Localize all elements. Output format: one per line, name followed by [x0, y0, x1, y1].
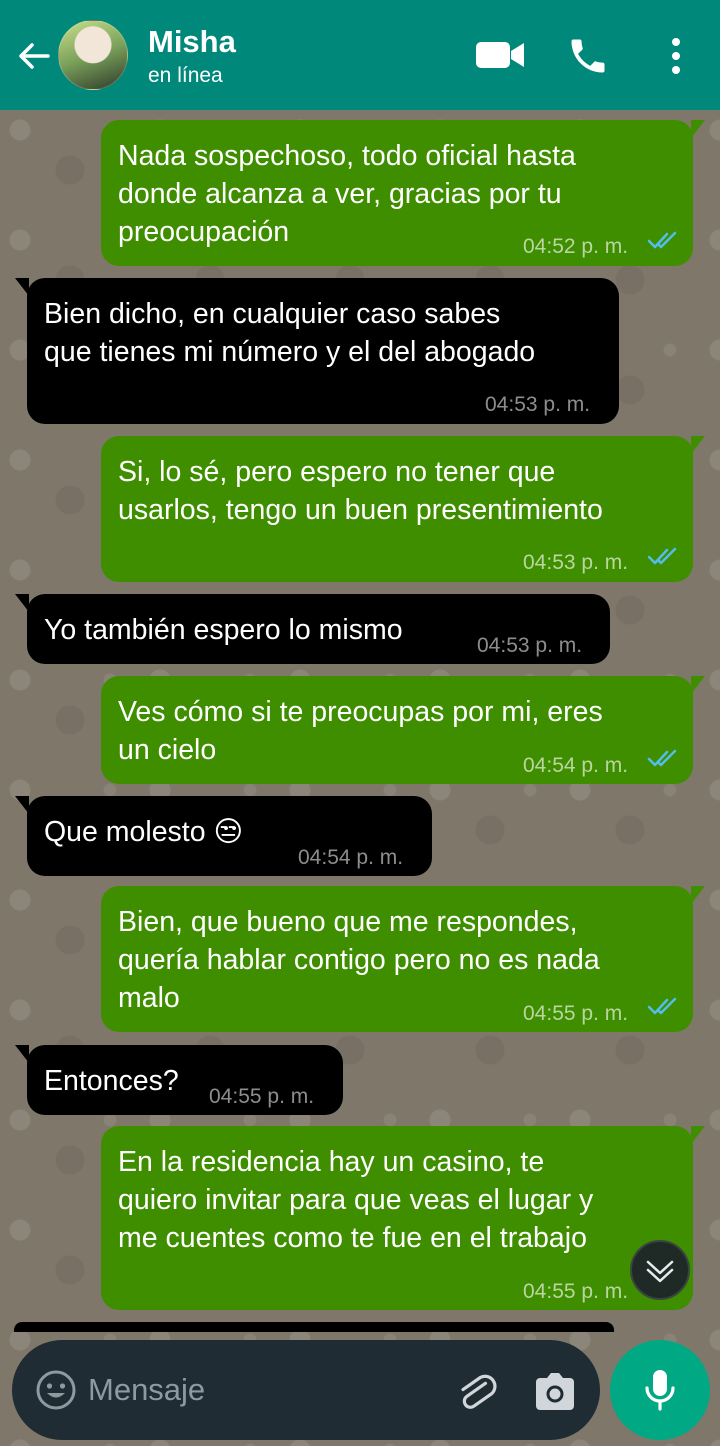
message-time: 04:53 p. m.	[485, 393, 591, 416]
message-time: 04:55 p. m.	[523, 1002, 629, 1025]
attach-button[interactable]	[454, 1368, 500, 1414]
message-text: Yo también espero lo mismo	[44, 614, 403, 646]
camera-icon	[536, 1373, 574, 1410]
read-ticks-icon	[647, 997, 677, 1015]
message-input[interactable]	[88, 1366, 428, 1414]
message-outgoing[interactable]: Bien, que bueno que me respondes, quería…	[101, 886, 705, 1032]
video-call-button[interactable]	[474, 34, 526, 76]
message-outgoing[interactable]: En la residencia hay un casino, te quier…	[101, 1126, 705, 1310]
message-incoming[interactable]: Entonces? 04:55 p. m.	[15, 1045, 343, 1115]
contact-name[interactable]: Misha	[148, 24, 236, 60]
message-time: 04:54 p. m.	[298, 846, 404, 869]
arrow-left-icon	[19, 43, 50, 69]
phone-icon	[571, 39, 605, 73]
emoji-button[interactable]	[34, 1368, 78, 1412]
read-ticks-icon	[647, 749, 677, 767]
camera-button[interactable]	[532, 1370, 578, 1412]
message-outgoing[interactable]: Ves cómo si te preocupas por mi, eres un…	[101, 676, 705, 784]
paperclip-icon	[461, 1374, 497, 1409]
more-options-button[interactable]	[656, 34, 696, 78]
avatar[interactable]	[58, 20, 128, 90]
contact-status: en línea	[148, 64, 223, 87]
video-camera-icon	[476, 42, 524, 68]
message-text: Que molesto 😒	[44, 816, 244, 848]
message-time: 04:52 p. m.	[523, 235, 629, 258]
message-time: 04:53 p. m.	[477, 634, 583, 657]
message-text: Entonces?	[44, 1065, 179, 1097]
back-button[interactable]	[14, 36, 54, 76]
chat-header: Misha en línea	[0, 0, 720, 110]
voice-call-button[interactable]	[566, 34, 610, 78]
message-text: Si, lo sé, pero espero no tener que usar…	[118, 456, 603, 526]
message-text: En la residencia hay un casino, te quier…	[118, 1146, 594, 1254]
message-time: 04:55 p. m.	[523, 1280, 629, 1303]
more-vert-icon	[672, 38, 680, 74]
message-outgoing[interactable]: Si, lo sé, pero espero no tener que usar…	[101, 436, 705, 582]
message-outgoing[interactable]: Nada sospechoso, todo oficial hasta dond…	[101, 120, 705, 266]
read-ticks-icon	[647, 547, 677, 565]
message-time: 04:55 p. m.	[209, 1085, 315, 1108]
emoji-icon	[36, 1370, 76, 1410]
message-text: Nada sospechoso, todo oficial hasta dond…	[118, 140, 576, 248]
microphone-icon	[645, 1370, 675, 1411]
read-ticks-icon	[647, 231, 677, 249]
message-composer	[12, 1340, 600, 1440]
message-incoming[interactable]: Bien dicho, en cualquier caso sabes que …	[15, 278, 619, 424]
double-chevron-down-icon	[646, 1260, 674, 1283]
message-time: 04:54 p. m.	[523, 754, 629, 777]
partial-message-bubble	[14, 1322, 614, 1332]
message-incoming[interactable]: Yo también espero lo mismo 04:53 p. m.	[15, 594, 610, 664]
message-incoming[interactable]: Que molesto 😒 04:54 p. m.	[15, 796, 432, 876]
voice-message-button[interactable]	[610, 1340, 710, 1440]
message-time: 04:53 p. m.	[523, 551, 629, 574]
message-text: Bien dicho, en cualquier caso sabes que …	[44, 298, 536, 368]
scroll-to-bottom-button[interactable]	[630, 1240, 690, 1300]
